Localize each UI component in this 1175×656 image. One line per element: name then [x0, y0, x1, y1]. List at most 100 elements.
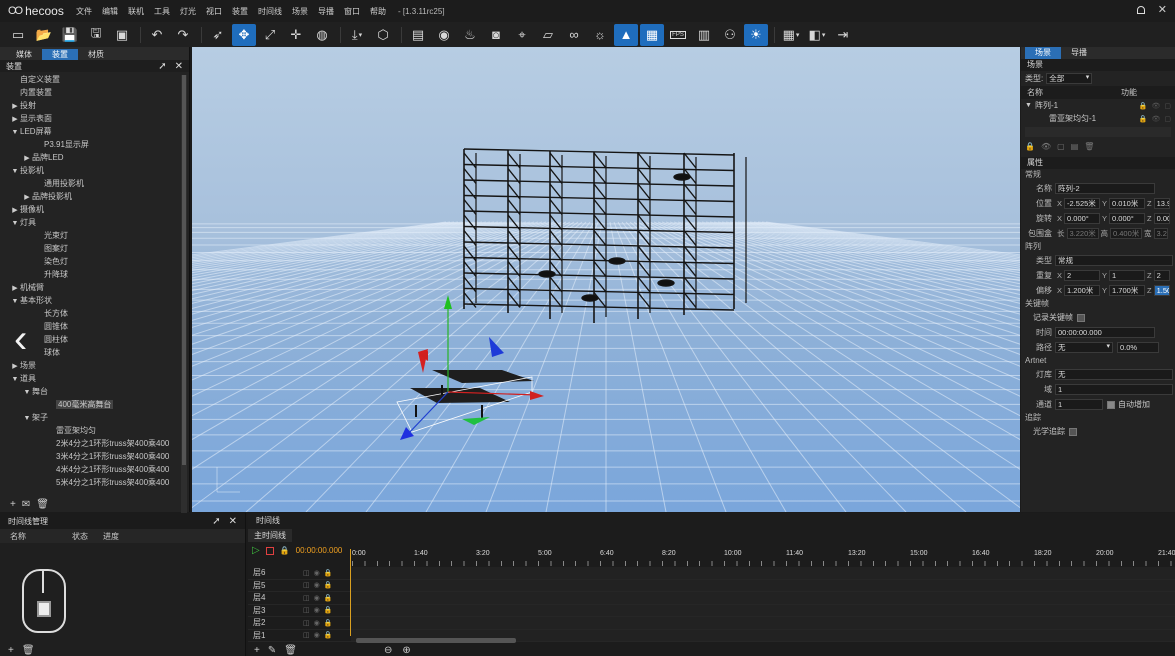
offset-y-field[interactable]: 1.700米 [1109, 285, 1146, 296]
3d-viewport[interactable] [192, 47, 1020, 512]
tree-item[interactable]: ▶ 品牌LED [0, 151, 180, 164]
tree-item[interactable]: 图案灯 [0, 242, 180, 255]
tab-0[interactable]: 媒体 [6, 49, 42, 60]
transform-icon[interactable]: ✛ [284, 24, 308, 46]
zoom-in-icon[interactable]: ⊕ [402, 645, 410, 656]
tree-item[interactable]: ▶ 品牌投影机 [0, 190, 180, 203]
track-lane[interactable] [351, 617, 1175, 629]
eye-icon[interactable]: 👁 [1041, 142, 1051, 151]
subtitle-icon[interactable]: ▤ [406, 24, 430, 46]
menu-item[interactable]: 灯光 [180, 6, 196, 17]
trash-icon[interactable]: 🗑 [22, 645, 35, 656]
tree-item[interactable]: 2米4分之1环形truss架400乘400 [0, 437, 180, 450]
sun-icon[interactable]: ☼ [588, 24, 612, 46]
track-row[interactable]: 层2 ◫◉🔒 [248, 617, 1175, 630]
track-row[interactable]: 层4 ◫◉🔒 [248, 592, 1175, 605]
tree-item[interactable]: ▶ 摄像机 [0, 203, 180, 216]
lock-icon[interactable]: 🔒 [280, 546, 290, 555]
package-icon[interactable]: ▣ [110, 24, 134, 46]
menu-item[interactable]: 联机 [128, 6, 144, 17]
track-lane[interactable] [351, 567, 1175, 579]
tree-item[interactable]: 内置装置 [0, 86, 180, 99]
mirror-icon[interactable]: ◧ [805, 24, 829, 46]
track-row[interactable]: 层6 ◫◉🔒 [248, 567, 1175, 580]
item-visibility-icons[interactable]: 🔒👁▢ [1139, 102, 1175, 110]
menu-item[interactable]: 装置 [232, 6, 248, 17]
tree-item[interactable]: ▶ 投射 [0, 99, 180, 112]
camera-icon[interactable]: ◙ [484, 24, 508, 46]
menu-item[interactable]: 导播 [318, 6, 334, 17]
save-as-icon[interactable]: 🖫 [84, 24, 108, 46]
menu-item[interactable]: 文件 [76, 6, 92, 17]
track-toggle-icons[interactable]: ◫◉🔒 [303, 619, 351, 627]
trash-icon[interactable]: 🗑 [1084, 142, 1094, 151]
back-chevron-icon[interactable]: ‹ [14, 319, 27, 359]
menu-item[interactable]: 工具 [154, 6, 170, 17]
trash-icon[interactable]: 🗑 [284, 645, 297, 656]
track-lane[interactable] [351, 579, 1175, 591]
undo-icon[interactable]: ↶ [145, 24, 169, 46]
menu-item[interactable]: 帮助 [370, 6, 386, 17]
play-icon[interactable]: ▷ [252, 545, 260, 556]
redo-icon[interactable]: ↷ [171, 24, 195, 46]
add-icon[interactable]: + [254, 645, 260, 656]
domain-field[interactable]: 1 [1055, 384, 1173, 395]
stop-icon[interactable] [265, 546, 274, 555]
add-icon[interactable]: + [10, 499, 16, 510]
new-file-icon[interactable]: ▭ [6, 24, 30, 46]
tree-item[interactable]: 光束灯 [0, 229, 180, 242]
scrollbar-thumb[interactable] [182, 75, 186, 465]
lib-field[interactable]: 无 [1055, 369, 1173, 380]
fps-icon[interactable]: FPS [666, 24, 690, 46]
repeat-y-field[interactable]: 1 [1109, 270, 1146, 281]
move-icon[interactable]: ✥ [232, 23, 256, 46]
track-lane[interactable] [351, 592, 1175, 604]
close-panel-icon[interactable]: ✕ [175, 61, 183, 72]
track-row[interactable]: 层5 ◫◉🔒 [248, 579, 1175, 592]
tree-item[interactable]: ▼ 投影机 [0, 164, 180, 177]
repeat-z-field[interactable]: 2 [1153, 270, 1170, 281]
track-row[interactable]: 层3 ◫◉🔒 [248, 604, 1175, 617]
close-window-icon[interactable]: ✕ [1158, 3, 1167, 16]
tree-item[interactable]: 400毫米高舞台 [0, 398, 180, 411]
tree-item[interactable]: 3米4分之1环形truss架400乘400 [0, 450, 180, 463]
tree-item[interactable]: 5米4分之1环形truss架400乘400 [0, 476, 180, 489]
trash-icon[interactable]: 🗑 [36, 499, 49, 510]
menu-item[interactable]: 窗口 [344, 6, 360, 17]
channel-field[interactable]: 1 [1055, 399, 1103, 410]
track-lane[interactable] [351, 604, 1175, 616]
select-icon[interactable]: ➶ [206, 24, 230, 46]
array-type-select[interactable]: 常规 [1055, 255, 1173, 266]
track-toggle-icons[interactable]: ◫◉🔒 [303, 594, 351, 602]
close-panel-icon[interactable]: ✕ [229, 516, 237, 527]
tab-main-timeline[interactable]: 主时间线 [248, 529, 292, 542]
tree-item[interactable]: ▼ 架子 [0, 411, 180, 424]
path-percent-field[interactable]: 0.0% [1117, 342, 1159, 353]
offset-z-field[interactable]: 1.500 [1153, 285, 1170, 296]
track-toggle-icons[interactable]: ◫◉🔒 [303, 581, 351, 589]
pos-x-field[interactable]: -2.525米 [1064, 198, 1101, 209]
expand-arrow-icon[interactable]: ▼ [1025, 102, 1035, 109]
scene-item[interactable]: ▼ 阵列-1 🔒👁▢ [1021, 99, 1175, 112]
ruler-icon[interactable]: ▱ [536, 24, 560, 46]
menu-item[interactable]: 时间线 [258, 6, 282, 17]
menu-item[interactable]: 编辑 [102, 6, 118, 17]
tree-item[interactable]: ▼ 道具 [0, 372, 180, 385]
scene-item[interactable]: 雷亚架均匀-1 🔒👁▢ [1021, 112, 1175, 125]
timeline-hscroll[interactable] [356, 638, 516, 643]
rot-y-field[interactable]: 0.000° [1109, 213, 1146, 224]
time-field[interactable]: 00:00:00.000 [1055, 327, 1155, 338]
tree-item[interactable]: ▼ 灯具 [0, 216, 180, 229]
open-file-icon[interactable]: 📂 [32, 24, 56, 46]
rot-x-field[interactable]: 0.000° [1064, 213, 1101, 224]
weather-icon[interactable]: ☀ [744, 23, 768, 46]
tree-item[interactable]: 自定义装置 [0, 73, 180, 86]
focus-icon[interactable]: ⌖ [510, 24, 534, 46]
tab-2[interactable]: 材质 [78, 49, 114, 60]
tree-item[interactable]: ▶ 机械臂 [0, 281, 180, 294]
save-icon[interactable]: 💾 [58, 24, 82, 46]
repeat-x-field[interactable]: 2 [1064, 270, 1101, 281]
user-icon[interactable] [1137, 6, 1145, 14]
pin-icon[interactable]: ➚ [158, 61, 166, 72]
playhead[interactable] [350, 549, 351, 636]
